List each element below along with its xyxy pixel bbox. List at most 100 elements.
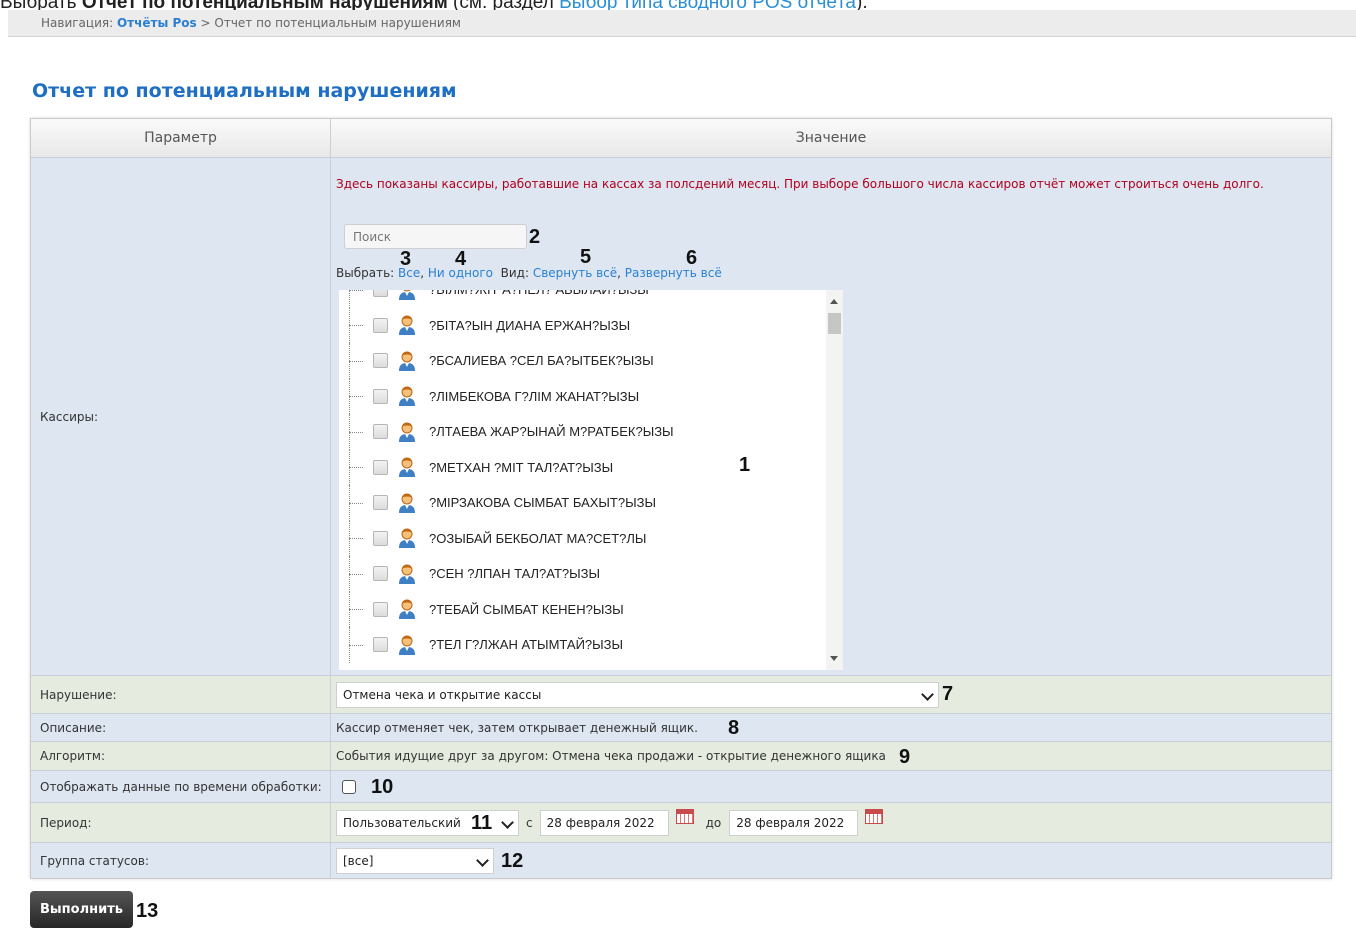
cashier-name: ?ОЗЫБАЙ БЕКБОЛАТ МА?СЕТ?ЛЫ xyxy=(429,530,647,546)
cashiers-warning: Здесь показаны кассиры, работавшие на ка… xyxy=(336,177,1264,191)
search-input[interactable] xyxy=(344,224,527,249)
cashier-checkbox[interactable] xyxy=(373,459,388,475)
tree-line xyxy=(349,644,363,646)
cashier-name: ?БСАЛИЕВА ?СЕЛ БА?ЫТБЕК?ЫЗЫ xyxy=(429,353,654,369)
cashier-checkbox[interactable] xyxy=(373,317,388,333)
tree-line xyxy=(349,360,363,362)
chevron-down-icon xyxy=(921,687,934,701)
column-header-value: Значение xyxy=(795,130,867,146)
violation-row: Нарушение: Отмена чека и открытие кассы … xyxy=(31,676,1331,714)
cashier-name: ?ТЕБАЙ СЫМБАТ КЕНЕН?ЫЗЫ xyxy=(429,601,624,617)
user-icon xyxy=(399,422,415,442)
tree-line xyxy=(349,431,363,433)
algorithm-label: Алгоритм: xyxy=(31,742,331,770)
run-button[interactable]: Выполнить xyxy=(30,891,133,928)
cashier-item[interactable]: ?СЕН ?ЛПАН ТАЛ?АТ?ЫЗЫ xyxy=(339,556,825,592)
cashier-name: ?МЕТХАН ?МІТ ТАЛ?АТ?ЫЗЫ xyxy=(429,459,614,475)
cashier-tree-list: ?БІЛМ?ЖІТ А?НЕЛ? АБЫЛАЙ?ЫЗЫ ?БІТА?ЫН ДИАН… xyxy=(339,290,825,663)
violation-value-cell: Отмена чека и открытие кассы 7 xyxy=(331,676,1331,713)
cashier-checkbox[interactable] xyxy=(373,290,388,298)
cashier-checkbox[interactable] xyxy=(373,388,388,404)
calendar-icon[interactable] xyxy=(865,809,884,824)
collapse-all-link[interactable]: Свернуть всё xyxy=(533,266,617,280)
cashier-name: ?ТЕЛ Г?ЛЖАН АТЫМТАЙ?ЫЗЫ xyxy=(429,637,624,653)
status-group-selected: [все] xyxy=(343,853,374,868)
page-title: Отчет по потенциальным нарушениям xyxy=(32,80,457,102)
process-time-value-cell: 10 xyxy=(331,771,1331,802)
cashier-item[interactable]: ?МІРЗАКОВА СЫМБАТ БАХЫТ?ЫЗЫ xyxy=(339,485,825,521)
user-icon xyxy=(399,315,415,336)
tree-scrollbar[interactable] xyxy=(826,290,843,670)
user-icon xyxy=(399,351,415,371)
callout-11: 11 xyxy=(471,812,493,834)
cashier-item[interactable]: ?МЕТХАН ?МІТ ТАЛ?АТ?ЫЗЫ xyxy=(339,449,825,485)
period-from-label: с xyxy=(526,815,533,830)
period-row: Период: Пользовательский 11 с 28 февраля… xyxy=(31,803,1331,843)
description-value-cell: Кассир отменяет чек, затем открывает ден… xyxy=(331,714,1331,741)
cashier-checkbox[interactable] xyxy=(373,353,388,369)
period-from-date: 28 февраля 2022 xyxy=(546,815,655,830)
process-time-checkbox[interactable] xyxy=(342,779,356,794)
cashier-checkbox[interactable] xyxy=(373,424,388,440)
callout-10: 10 xyxy=(371,776,394,798)
cashier-checkbox[interactable] xyxy=(373,637,388,653)
cashier-checkbox[interactable] xyxy=(373,566,388,582)
cashier-checkbox[interactable] xyxy=(373,530,388,546)
scroll-up-arrow-icon[interactable] xyxy=(830,299,838,304)
tree-line xyxy=(349,467,363,469)
tree-line xyxy=(349,573,363,575)
cashier-item[interactable]: ?ТЕБАЙ СЫМБАТ КЕНЕН?ЫЗЫ xyxy=(339,591,825,627)
cashier-item[interactable]: ?ЛТАЕВА ЖАР?ЫНАЙ М?РАТБЕК?ЫЗЫ xyxy=(339,414,825,450)
algorithm-row: Алгоритм: События идущие друг за другом:… xyxy=(31,742,1331,771)
period-to-label: до xyxy=(705,815,722,830)
callout-5: 5 xyxy=(580,246,592,268)
period-value-cell: Пользовательский 11 с 28 февраля 2022 до… xyxy=(331,803,1331,842)
scroll-thumb[interactable] xyxy=(828,313,841,334)
user-icon xyxy=(399,457,415,478)
cashier-checkbox[interactable] xyxy=(373,601,388,617)
status-group-row: Группа статусов: [все] 12 xyxy=(31,843,1331,878)
period-to-date-input[interactable]: 28 февраля 2022 xyxy=(729,809,859,836)
user-icon xyxy=(399,493,415,513)
callout-6: 6 xyxy=(686,247,698,269)
select-label: Выбрать: xyxy=(336,266,395,280)
cashier-tree[interactable]: ?БІЛМ?ЖІТ А?НЕЛ? АБЫЛАЙ?ЫЗЫ ?БІТА?ЫН ДИАН… xyxy=(339,290,843,670)
user-icon xyxy=(399,290,415,300)
callout-8: 8 xyxy=(728,717,740,739)
cashier-name: ?ЛТАЕВА ЖАР?ЫНАЙ М?РАТБЕК?ЫЗЫ xyxy=(429,424,674,440)
process-time-row: Отображать данные по времени обработки: … xyxy=(31,771,1331,803)
cashier-name: ?ЛІМБЕКОВА Г?ЛІМ ЖАНАТ?ЫЗЫ xyxy=(429,388,640,404)
column-header-param: Параметр xyxy=(31,119,331,157)
cashier-item[interactable]: ?БІЛМ?ЖІТ А?НЕЛ? АБЫЛАЙ?ЫЗЫ xyxy=(339,290,825,308)
period-from-date-input[interactable]: 28 февраля 2022 xyxy=(539,809,669,836)
violation-select[interactable]: Отмена чека и открытие кассы xyxy=(336,681,939,708)
cashiers-label: Кассиры: xyxy=(31,158,331,675)
cashiers-value-cell: Здесь показаны кассиры, работавшие на ка… xyxy=(331,158,1331,675)
user-icon xyxy=(399,528,415,549)
callout-3: 3 xyxy=(400,248,412,270)
callout-9: 9 xyxy=(899,746,911,768)
calendar-icon[interactable] xyxy=(675,809,694,824)
violation-selected: Отмена чека и открытие кассы xyxy=(343,687,542,702)
status-group-select[interactable]: [все] xyxy=(336,847,494,874)
cashier-item[interactable]: ?ЛІМБЕКОВА Г?ЛІМ ЖАНАТ?ЫЗЫ xyxy=(339,378,825,414)
chevron-down-icon xyxy=(476,853,489,867)
scroll-down-arrow-icon[interactable] xyxy=(830,656,838,661)
cashier-item[interactable]: ?БІТА?ЫН ДИАНА ЕРЖАН?ЫЗЫ xyxy=(339,307,825,343)
period-label: Период: xyxy=(31,803,331,842)
description-label: Описание: xyxy=(31,714,331,741)
callout-1: 1 xyxy=(739,454,751,476)
expand-all-link[interactable]: Развернуть всё xyxy=(625,266,722,280)
process-time-label: Отображать данные по времени обработки: xyxy=(31,771,331,802)
breadcrumb: Навигация: Отчёты Pos > Отчет по потенци… xyxy=(8,10,1356,37)
breadcrumb-link-pos-reports[interactable]: Отчёты Pos xyxy=(117,16,197,30)
user-icon xyxy=(399,386,415,407)
callout-4: 4 xyxy=(455,248,467,270)
cashier-item[interactable]: ?БСАЛИЕВА ?СЕЛ БА?ЫТБЕК?ЫЗЫ xyxy=(339,343,825,379)
callout-13: 13 xyxy=(136,900,159,922)
tree-line xyxy=(349,396,363,398)
cashier-checkbox[interactable] xyxy=(373,495,388,511)
cashier-item[interactable]: ?ТЕЛ Г?ЛЖАН АТЫМТАЙ?ЫЗЫ xyxy=(339,627,825,663)
cashier-item[interactable]: ?ОЗЫБАЙ БЕКБОЛАТ МА?СЕТ?ЛЫ xyxy=(339,520,825,556)
callout-12: 12 xyxy=(501,850,524,872)
